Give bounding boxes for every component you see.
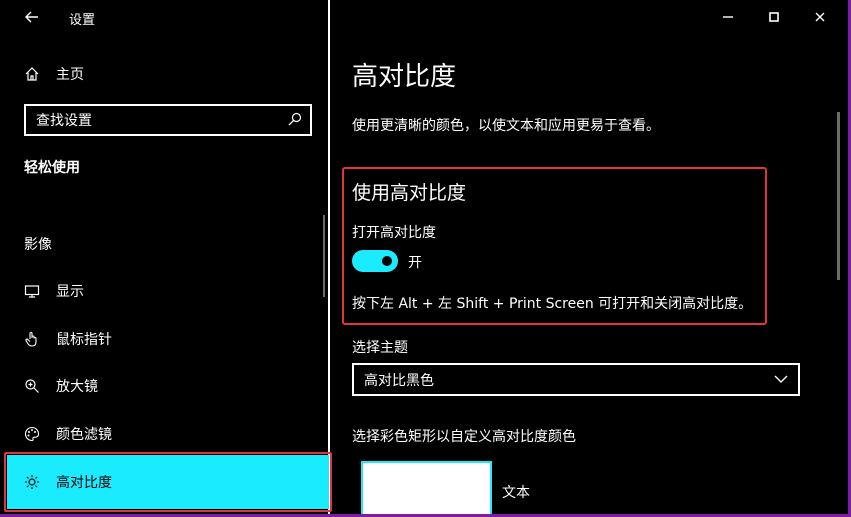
close-icon (815, 12, 825, 22)
high-contrast-hint: 按下左 Alt + 左 Shift + Print Screen 可打开和关闭高… (352, 296, 753, 312)
high-contrast-toggle-label: 打开高对比度 (352, 225, 436, 241)
settings-window: 设置 主页 查找设置 轻松使用 影像 显示 鼠标指针 放大镜 颜色滤镜 高对比度… (0, 0, 848, 514)
brightness-icon (24, 474, 40, 490)
text-color-swatch[interactable] (361, 461, 492, 514)
minimize-icon (723, 16, 733, 18)
text-color-label: 文本 (502, 485, 530, 501)
nav-home[interactable]: 主页 (24, 62, 314, 86)
home-icon (24, 66, 40, 82)
main-scrollbar[interactable] (837, 112, 840, 280)
magnifier-icon (24, 378, 40, 394)
page-title: 高对比度 (352, 62, 457, 92)
high-contrast-heading: 使用高对比度 (352, 182, 467, 204)
nav-home-label: 主页 (56, 67, 84, 83)
sidebar-item-magnifier[interactable]: 放大镜 (24, 373, 314, 399)
theme-label: 选择主题 (352, 340, 408, 356)
sidebar-item-high-contrast[interactable]: 高对比度 (7, 455, 329, 509)
app-title: 设置 (69, 13, 96, 28)
palette-icon (24, 426, 40, 442)
search-input[interactable]: 查找设置 (24, 104, 312, 136)
monitor-icon (24, 283, 40, 299)
theme-selected-value: 高对比黑色 (364, 372, 434, 389)
sidebar-item-label: 高对比度 (56, 475, 112, 491)
theme-dropdown[interactable]: 高对比黑色 (352, 363, 800, 396)
sidebar-item-label: 显示 (56, 284, 84, 300)
back-arrow-icon (25, 11, 38, 23)
close-button[interactable] (805, 4, 835, 30)
search-placeholder: 查找设置 (36, 113, 92, 129)
toggle-knob (382, 256, 392, 266)
sidebar-item-display[interactable]: 显示 (24, 278, 314, 304)
page-description: 使用更清晰的颜色，以使文本和应用更易于查看。 (352, 118, 660, 134)
sidebar-item-mouse-pointer[interactable]: 鼠标指针 (24, 326, 314, 352)
back-button[interactable] (20, 6, 44, 28)
pointer-hand-icon (24, 331, 40, 347)
high-contrast-toggle[interactable] (352, 250, 398, 272)
sidebar-item-color-filters[interactable]: 颜色滤镜 (24, 421, 314, 447)
toggle-state-text: 开 (408, 255, 422, 271)
maximize-icon (769, 12, 779, 22)
sidebar-scrollbar[interactable] (323, 215, 325, 297)
section-title: 轻松使用 (24, 160, 80, 176)
sidebar-item-label: 放大镜 (56, 379, 98, 395)
group-title: 影像 (24, 237, 52, 253)
sidebar-divider (328, 0, 330, 514)
search-icon[interactable] (288, 111, 302, 130)
color-customize-label: 选择彩色矩形以自定义高对比度颜色 (352, 429, 576, 445)
sidebar-item-label: 鼠标指针 (56, 332, 112, 348)
maximize-button[interactable] (759, 4, 789, 30)
minimize-button[interactable] (713, 4, 743, 30)
sidebar-item-label: 颜色滤镜 (56, 427, 112, 443)
chevron-down-icon (774, 372, 788, 388)
